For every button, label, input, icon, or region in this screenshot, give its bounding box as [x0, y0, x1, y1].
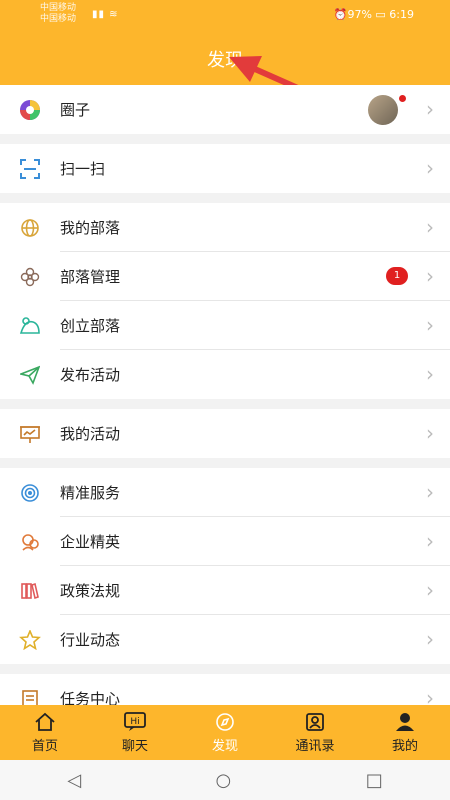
tab-chat[interactable]: Hi 聊天: [90, 705, 180, 760]
tab-mine[interactable]: 我的: [360, 705, 450, 760]
menu-item-my-activity[interactable]: 我的活动 ›: [0, 409, 450, 458]
menu-item-label: 创立部落: [60, 317, 121, 335]
chevron-right-icon: ›: [426, 627, 434, 651]
svg-text:Hi: Hi: [130, 717, 139, 727]
chat-icon: Hi: [123, 711, 147, 734]
menu-item-create-tribe[interactable]: 创立部落 ›: [0, 301, 450, 350]
menu-item-tribe-manage[interactable]: 部落管理 1 ›: [0, 252, 450, 301]
status-bar: 中国移动 中国移动 ▮▮ ≋ ⏰97% ▭ 6:19: [0, 0, 450, 32]
menu-item-task-center[interactable]: 任务中心 ›: [0, 674, 450, 705]
chevron-right-icon: ›: [426, 156, 434, 180]
menu-item-elite[interactable]: 企业精英 ›: [0, 517, 450, 566]
compass-icon: [214, 712, 236, 734]
page-title: 发现: [207, 50, 243, 71]
chevron-right-icon: ›: [426, 215, 434, 239]
signal-icon: ▮▮ ≋: [92, 9, 119, 20]
tab-discover[interactable]: 发现: [180, 705, 270, 760]
recents-icon[interactable]: □: [366, 770, 383, 791]
chevron-right-icon: ›: [426, 362, 434, 386]
tab-label: 发现: [211, 738, 238, 754]
menu-item-policy[interactable]: 政策法规 ›: [0, 566, 450, 615]
status-right: ⏰97% ▭ 6:19: [333, 8, 414, 21]
menu-item-label: 企业精英: [60, 533, 121, 551]
bottom-tab-bar: 首页 Hi 聊天 发现 通讯录 我的: [0, 705, 450, 760]
presentation-board-icon: [0, 424, 60, 444]
menu-item-scan[interactable]: 扫一扫 ›: [0, 144, 450, 193]
chevron-right-icon: ›: [426, 529, 434, 553]
home-circle-icon[interactable]: ○: [216, 770, 232, 791]
header: 发现: [0, 32, 450, 85]
tab-home[interactable]: 首页: [0, 705, 90, 760]
section-gap: [0, 664, 450, 674]
scan-icon: [0, 158, 60, 179]
tab-label: 首页: [31, 738, 58, 754]
chevron-right-icon: ›: [426, 97, 434, 121]
back-icon[interactable]: ◁: [67, 770, 81, 791]
carrier-2: 中国移动: [40, 14, 77, 24]
person-icon: [394, 712, 416, 734]
menu-item-label: 任务中心: [60, 690, 121, 705]
menu-item-label: 政策法规: [60, 582, 121, 600]
books-icon: [0, 581, 60, 601]
menu-item-industry-news[interactable]: 行业动态 ›: [0, 615, 450, 664]
chevron-right-icon: ›: [426, 686, 434, 705]
flower-icon: [0, 267, 60, 287]
star-face-icon: [0, 629, 60, 650]
menu-item-circle[interactable]: 圈子 ›: [0, 85, 450, 134]
chevron-right-icon: ›: [426, 264, 434, 288]
chevron-right-icon: ›: [426, 578, 434, 602]
section-gap: [0, 134, 450, 144]
avatar: [368, 95, 398, 125]
menu-item-label: 我的活动: [60, 425, 121, 443]
elite-icon: [0, 532, 60, 552]
menu-item-label: 发布活动: [60, 366, 121, 384]
tab-contacts[interactable]: 通讯录: [270, 705, 360, 760]
target-icon: [0, 483, 60, 503]
tab-label: 聊天: [121, 738, 148, 754]
chevron-right-icon: ›: [426, 313, 434, 337]
rainbow-circle-icon: [0, 99, 60, 121]
carrier-1: 中国移动: [40, 3, 77, 13]
section-gap: [0, 458, 450, 468]
section-gap: [0, 193, 450, 203]
system-navigation-bar: ◁ ○ □: [0, 760, 450, 800]
menu-item-label: 行业动态: [60, 631, 121, 649]
section-gap: [0, 399, 450, 409]
home-icon: [34, 712, 56, 734]
menu-item-precise-service[interactable]: 精准服务 ›: [0, 468, 450, 517]
contacts-icon: [304, 712, 326, 734]
menu-item-label: 扫一扫: [60, 160, 106, 178]
chevron-right-icon: ›: [426, 480, 434, 504]
menu-item-label: 我的部落: [60, 219, 121, 237]
menu-item-publish-activity[interactable]: 发布活动 ›: [0, 350, 450, 399]
globe-icon: [0, 218, 60, 238]
task-icon: [0, 689, 60, 705]
tab-label: 通讯录: [295, 738, 335, 754]
menu-item-my-tribe[interactable]: 我的部落 ›: [0, 203, 450, 252]
paper-plane-icon: [0, 365, 60, 385]
carrier-text: 中国移动 中国移动: [40, 3, 76, 25]
discover-menu-list: 圈子 › 扫一扫 › 我的部落 › 部落管理 1 › 创立部落 › 发布活动 ›…: [0, 85, 450, 705]
chevron-right-icon: ›: [426, 421, 434, 445]
menu-item-label: 精准服务: [60, 484, 121, 502]
tribe-create-icon: [0, 316, 60, 336]
status-badge: 1: [386, 267, 408, 285]
notification-dot: [399, 95, 406, 102]
tab-label: 我的: [391, 738, 418, 754]
